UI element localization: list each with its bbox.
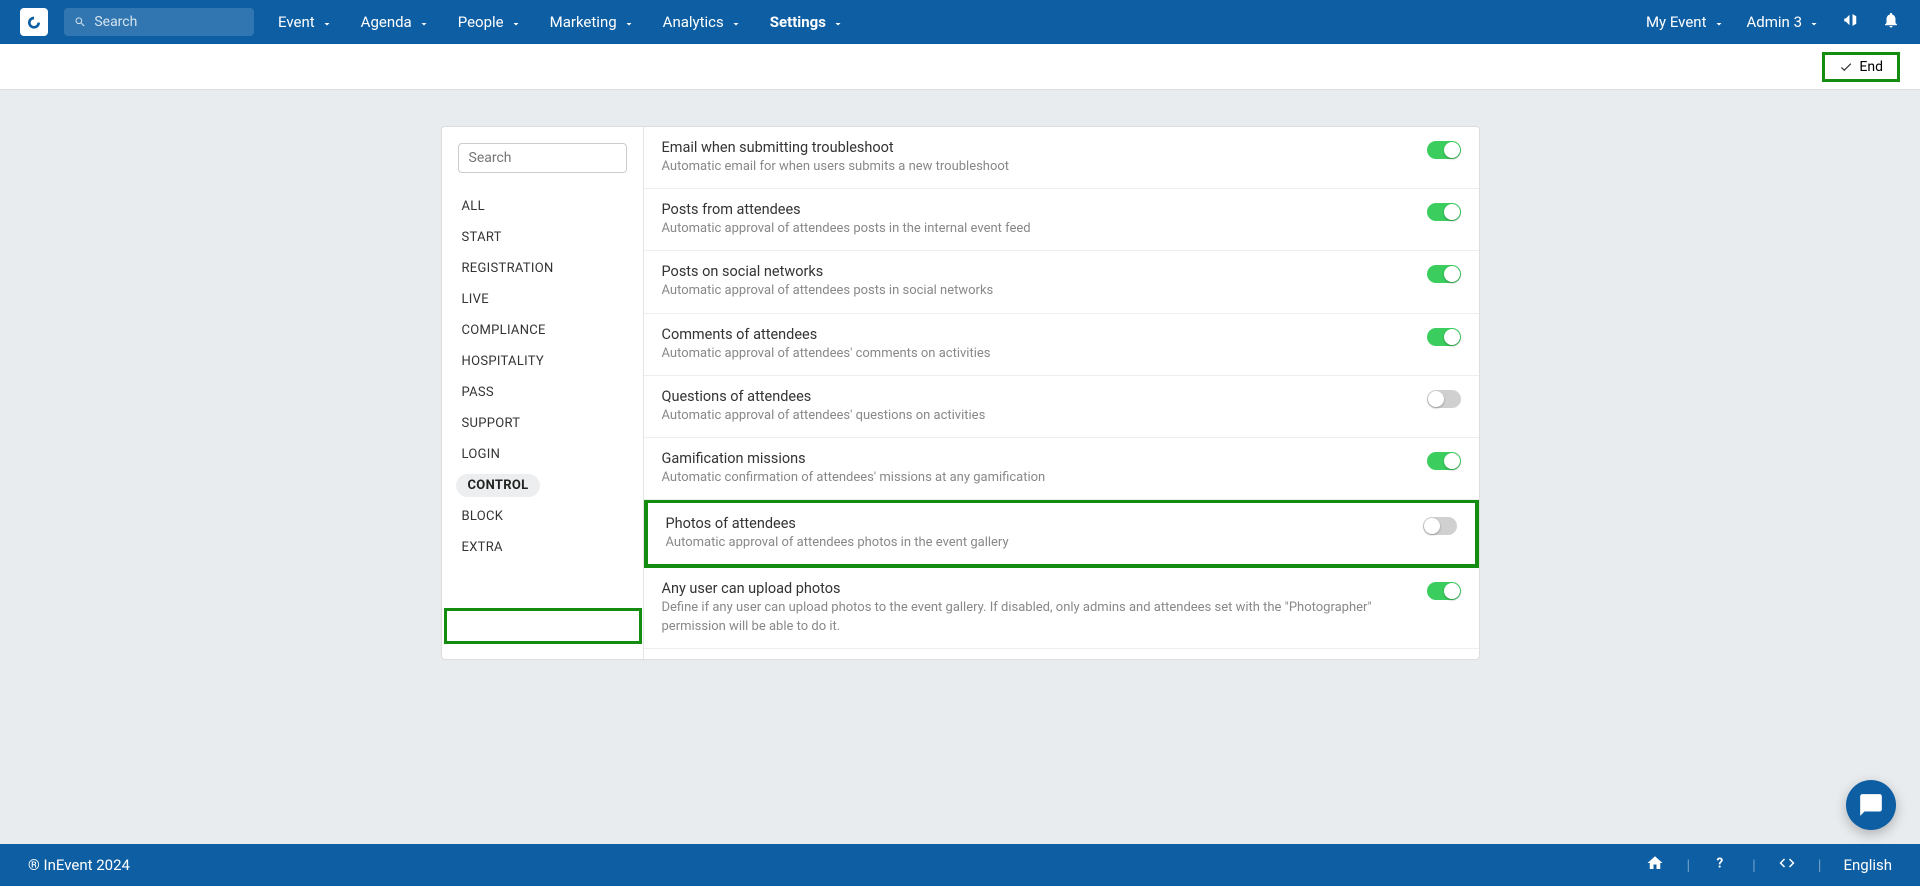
nav-item-agenda[interactable]: Agenda <box>361 13 430 31</box>
chevron-down-icon <box>418 16 430 28</box>
nav-label: Settings <box>770 13 826 31</box>
footer: ® InEvent 2024 | ? | | English <box>0 844 1920 886</box>
nav-item-marketing[interactable]: Marketing <box>550 13 635 31</box>
chevron-down-icon <box>1808 16 1820 28</box>
setting-row: Ticket requirementDefine if tickets are … <box>644 649 1479 659</box>
admin-label: Admin 3 <box>1747 13 1802 31</box>
sidebar-item-support[interactable]: SUPPORT <box>458 408 627 439</box>
nav-label: Analytics <box>663 13 724 31</box>
settings-panel: ALLSTARTREGISTRATIONLIVECOMPLIANCEHOSPIT… <box>441 126 1480 660</box>
svg-text:?: ? <box>1717 856 1724 872</box>
setting-row: Gamification missions Automatic confirmat… <box>644 438 1479 500</box>
action-bar: End <box>0 44 1920 90</box>
sidebar-item-pass[interactable]: PASS <box>458 377 627 408</box>
nav-item-analytics[interactable]: Analytics <box>663 13 742 31</box>
setting-title: Gamification missions <box>662 450 1419 467</box>
toggle[interactable] <box>1427 582 1461 600</box>
setting-desc: Automatic approval of attendees' questio… <box>662 407 1419 425</box>
topbar-right: My Event Admin 3 <box>1646 11 1900 33</box>
setting-row: Email when submitting troubleshoot Automa… <box>644 127 1479 189</box>
setting-desc: Automatic approval of attendees posts in… <box>662 282 1419 300</box>
end-button-label: End <box>1859 59 1883 75</box>
sidebar-search-input[interactable] <box>458 143 627 173</box>
nav-label: People <box>458 13 504 31</box>
setting-desc: Automatic email for when users submits a… <box>662 158 1419 176</box>
setting-row: Comments of attendees Automatic approval … <box>644 314 1479 376</box>
nav-label: Marketing <box>550 13 617 31</box>
setting-title: Photos of attendees <box>666 515 1415 532</box>
language-selector[interactable]: English <box>1843 856 1892 874</box>
setting-title: Any user can upload photos <box>662 580 1419 597</box>
content-area: ALLSTARTREGISTRATIONLIVECOMPLIANCEHOSPIT… <box>0 90 1920 696</box>
event-selector-label: My Event <box>1646 13 1707 31</box>
sidebar-item-extra[interactable]: EXTRA <box>458 532 627 563</box>
chevron-down-icon <box>1713 16 1725 28</box>
setting-row: Posts from attendees Automatic approval o… <box>644 189 1479 251</box>
bell-icon[interactable] <box>1882 11 1900 33</box>
settings-list[interactable]: Email when submitting troubleshoot Automa… <box>644 127 1479 659</box>
megaphone-icon[interactable] <box>1842 11 1860 33</box>
setting-title: Comments of attendees <box>662 326 1419 343</box>
check-icon <box>1839 60 1853 74</box>
help-icon[interactable]: ? <box>1712 854 1730 876</box>
sidebar-item-login[interactable]: LOGIN <box>458 439 627 470</box>
chat-icon <box>1858 792 1884 818</box>
nav-item-people[interactable]: People <box>458 13 522 31</box>
toggle[interactable] <box>1427 203 1461 221</box>
chevron-down-icon <box>623 16 635 28</box>
highlight-sidebar <box>444 608 642 644</box>
setting-title: Posts from attendees <box>662 201 1419 218</box>
search-icon <box>74 15 86 29</box>
sidebar-item-control[interactable]: CONTROL <box>458 470 627 501</box>
setting-desc: Automatic approval of attendees posts in… <box>662 220 1419 238</box>
setting-row: Questions of attendees Automatic approval… <box>644 376 1479 438</box>
sidebar-item-start[interactable]: START <box>458 222 627 253</box>
global-search-input[interactable] <box>94 14 244 30</box>
sidebar-item-compliance[interactable]: COMPLIANCE <box>458 315 627 346</box>
toggle[interactable] <box>1423 517 1457 535</box>
nav-item-settings[interactable]: Settings <box>770 13 844 31</box>
sidebar-item-hospitality[interactable]: HOSPITALITY <box>458 346 627 377</box>
setting-row: Photos of attendees Automatic approval of… <box>644 500 1479 568</box>
event-selector[interactable]: My Event <box>1646 13 1725 31</box>
toggle[interactable] <box>1427 390 1461 408</box>
sidebar-item-live[interactable]: LIVE <box>458 284 627 315</box>
top-navbar: Event Agenda People Marketing Analytics Setti… <box>0 0 1920 44</box>
setting-row: Posts on social networks Automatic approv… <box>644 251 1479 313</box>
code-icon[interactable] <box>1778 854 1796 876</box>
toggle[interactable] <box>1427 265 1461 283</box>
end-button[interactable]: End <box>1822 52 1900 82</box>
sidebar-item-block[interactable]: BLOCK <box>458 501 627 532</box>
toggle[interactable] <box>1427 141 1461 159</box>
nav-label: Event <box>278 13 315 31</box>
chat-widget[interactable] <box>1846 780 1896 830</box>
home-icon[interactable] <box>1646 854 1664 876</box>
nav-label: Agenda <box>361 13 412 31</box>
chevron-down-icon <box>510 16 522 28</box>
toggle[interactable] <box>1427 452 1461 470</box>
global-search[interactable] <box>64 8 254 36</box>
setting-title: Email when submitting troubleshoot <box>662 139 1419 156</box>
settings-sidebar: ALLSTARTREGISTRATIONLIVECOMPLIANCEHOSPIT… <box>442 127 644 659</box>
setting-title: Questions of attendees <box>662 388 1419 405</box>
sidebar-item-all[interactable]: ALL <box>458 191 627 222</box>
main-nav: Event Agenda People Marketing Analytics Setti… <box>278 13 844 31</box>
setting-desc: Define if any user can upload photos to … <box>662 599 1419 635</box>
brand-logo[interactable] <box>20 8 48 36</box>
setting-row: Any user can upload photos Define if any … <box>644 568 1479 648</box>
footer-copyright: ® InEvent 2024 <box>28 856 130 874</box>
chevron-down-icon <box>321 16 333 28</box>
setting-desc: Automatic confirmation of attendees' mis… <box>662 469 1419 487</box>
admin-menu[interactable]: Admin 3 <box>1747 13 1820 31</box>
toggle[interactable] <box>1427 328 1461 346</box>
chevron-down-icon <box>832 16 844 28</box>
nav-item-event[interactable]: Event <box>278 13 333 31</box>
setting-desc: Automatic approval of attendees' comment… <box>662 345 1419 363</box>
setting-title: Posts on social networks <box>662 263 1419 280</box>
setting-desc: Automatic approval of attendees photos i… <box>666 534 1415 552</box>
sidebar-item-registration[interactable]: REGISTRATION <box>458 253 627 284</box>
chevron-down-icon <box>730 16 742 28</box>
